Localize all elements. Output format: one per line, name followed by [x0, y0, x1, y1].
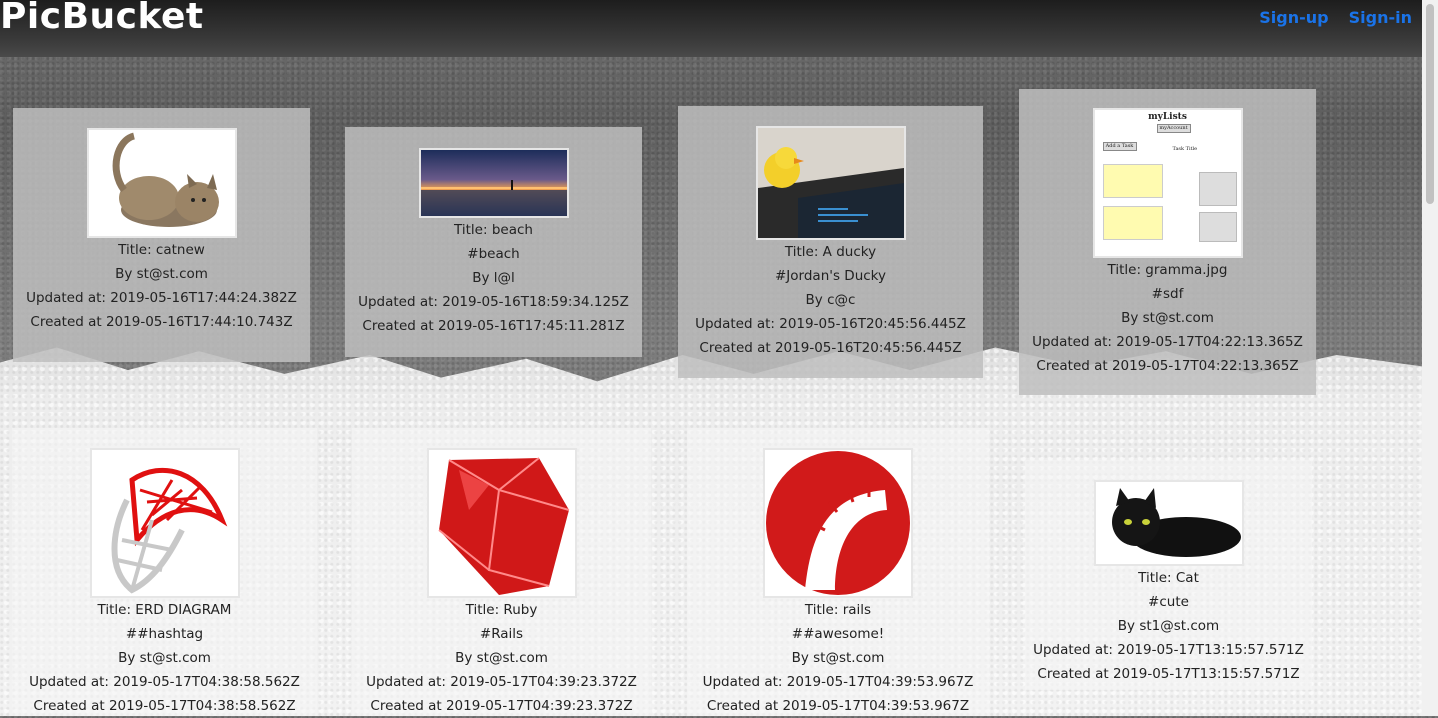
card-author: By st@st.com	[1121, 310, 1214, 326]
card-author: By st1@st.com	[1117, 618, 1220, 634]
card-title: Title: catnew	[118, 242, 205, 258]
card-image[interactable]	[755, 126, 906, 240]
card-updated: Updated at: 2019-05-17T04:39:53.967Z	[702, 674, 974, 690]
card-title: Title: gramma.jpg	[1107, 262, 1228, 278]
card-created: Created at 2019-05-17T04:39:53.967Z	[706, 698, 970, 714]
card-hashtag[interactable]: ##awesome!	[687, 622, 989, 646]
card-image[interactable]	[89, 448, 240, 598]
card-hashtag[interactable]: #cute	[1025, 590, 1312, 614]
card-image[interactable]	[1093, 480, 1244, 566]
nav-links: Sign-up Sign-in	[1259, 8, 1412, 27]
thumb-form-label: Task Title	[1172, 146, 1198, 152]
card-title: Title: A ducky	[784, 244, 877, 260]
card-image[interactable]	[86, 128, 237, 238]
card-updated: Updated at: 2019-05-16T20:45:56.445Z	[695, 316, 966, 332]
card-author: By st@st.com	[115, 266, 208, 282]
card-created: Created at 2019-05-17T04:39:23.372Z	[370, 698, 633, 714]
card-title: Title: beach	[454, 222, 533, 238]
card-author: By l@l	[472, 270, 515, 286]
card-created: Created at 2019-05-16T20:45:56.445Z	[699, 340, 962, 356]
picture-card[interactable]: Title: Cat #cute By st1@st.com Updated a…	[1025, 460, 1312, 690]
card-image[interactable]	[763, 448, 913, 598]
navbar: PicBucket Sign-up Sign-in	[0, 0, 1422, 57]
thumb-box-grey	[1198, 172, 1237, 206]
picture-card[interactable]: Title: beach #beach By l@l Updated at: 2…	[345, 127, 642, 357]
thumb-button: myAccount	[1156, 124, 1191, 133]
card-title: Title: rails	[804, 602, 872, 618]
card-hashtag[interactable]: #Jordan's Ducky	[678, 264, 983, 288]
card-title: Title: Ruby	[465, 602, 538, 618]
card-hashtag[interactable]: #Rails	[352, 622, 651, 646]
card-hashtag[interactable]: ##hashtag	[12, 622, 317, 646]
thumb-box-grey	[1198, 212, 1237, 242]
card-updated: Updated at: 2019-05-17T04:39:23.372Z	[366, 674, 637, 690]
card-updated: Updated at: 2019-05-17T04:22:13.365Z	[1032, 334, 1303, 350]
thumb-task-note	[1102, 206, 1163, 240]
card-created: Created at 2019-05-16T17:44:10.743Z	[30, 314, 293, 330]
card-title: Title: ERD DIAGRAM	[97, 602, 232, 618]
card-updated: Updated at: 2019-05-17T13:15:57.571Z	[1033, 642, 1304, 658]
brand-logo[interactable]: PicBucket	[0, 0, 204, 37]
card-author: By st@st.com	[455, 650, 548, 666]
scrollbar[interactable]	[1422, 0, 1438, 716]
card-author: By c@c	[805, 292, 856, 308]
picture-card[interactable]: Title: A ducky #Jordan's Ducky By c@c Up…	[678, 106, 983, 378]
card-updated: Updated at: 2019-05-16T17:44:24.382Z	[26, 290, 297, 306]
card-created: Created at 2019-05-17T04:38:58.562Z	[33, 698, 296, 714]
card-author: By st@st.com	[791, 650, 885, 666]
picture-card[interactable]: Title: catnew By st@st.com Updated at: 2…	[13, 108, 310, 362]
card-updated: Updated at: 2019-05-17T04:38:58.562Z	[29, 674, 300, 690]
card-image[interactable]	[418, 148, 569, 218]
card-hashtag[interactable]: #sdf	[1019, 282, 1316, 306]
card-created: Created at 2019-05-17T13:15:57.571Z	[1037, 666, 1300, 682]
card-image[interactable]	[426, 448, 577, 598]
picture-card[interactable]: Title: Ruby #Rails By st@st.com Updated …	[352, 428, 651, 716]
card-image[interactable]: myLists myAccount Add a Task Task Title	[1092, 108, 1243, 258]
card-created: Created at 2019-05-17T04:22:13.365Z	[1036, 358, 1299, 374]
card-updated: Updated at: 2019-05-16T18:59:34.125Z	[358, 294, 629, 310]
picture-card[interactable]: Title: rails ##awesome! By st@st.com Upd…	[687, 428, 989, 716]
card-hashtag[interactable]: #beach	[345, 242, 642, 266]
thumb-task-note	[1102, 164, 1163, 198]
signup-link[interactable]: Sign-up	[1259, 8, 1328, 27]
card-author: By st@st.com	[118, 650, 211, 666]
thumb-add-button: Add a Task	[1102, 142, 1137, 151]
card-created: Created at 2019-05-16T17:45:11.281Z	[362, 318, 625, 334]
card-title: Title: Cat	[1138, 570, 1199, 586]
picture-card[interactable]: myLists myAccount Add a Task Task Title …	[1019, 89, 1316, 395]
scrollbar-thumb[interactable]	[1426, 4, 1434, 204]
thumb-heading: myLists	[1148, 112, 1187, 122]
signin-link[interactable]: Sign-in	[1349, 8, 1412, 27]
picture-card[interactable]: Title: ERD DIAGRAM ##hashtag By st@st.co…	[12, 428, 317, 716]
